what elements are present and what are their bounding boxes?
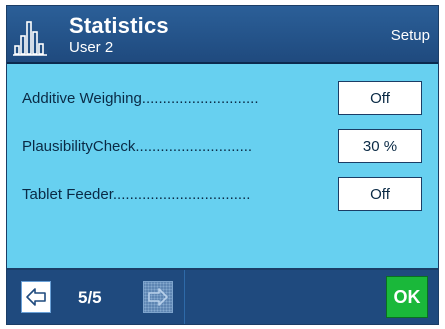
statistics-bars-icon [13, 21, 47, 56]
tablet-feeder-button[interactable]: Off [338, 177, 422, 211]
arrow-right-icon [148, 288, 168, 306]
previous-page-button[interactable] [21, 281, 51, 313]
setting-row-tablet-feeder: Tablet Feeder...........................… [22, 177, 422, 211]
header-divider [7, 62, 438, 64]
footer-bar: 5/5 OK [7, 270, 438, 324]
setting-row-plausibility-check: PlausibilityCheck.......................… [22, 129, 422, 163]
arrow-left-icon [26, 288, 46, 306]
plausibility-check-button[interactable]: 30 % [338, 129, 422, 163]
additive-weighing-button[interactable]: Off [338, 81, 422, 115]
footer-separator [184, 270, 185, 324]
statistics-screen: Statistics User 2 Setup Additive Weighin… [6, 5, 439, 325]
tablet-feeder-label: Tablet Feeder...........................… [22, 186, 251, 203]
next-page-button [143, 281, 173, 313]
page-title: Statistics [69, 13, 169, 38]
user-label: User 2 [69, 39, 114, 56]
page-indicator: 5/5 [78, 288, 102, 307]
additive-weighing-label: Additive Weighing.......................… [22, 90, 259, 107]
setting-row-additive-weighing: Additive Weighing.......................… [22, 81, 422, 115]
plausibility-check-label: PlausibilityCheck.......................… [22, 138, 253, 155]
header-bar: Statistics User 2 Setup [7, 6, 438, 62]
ok-button[interactable]: OK [386, 276, 428, 318]
setup-label: Setup [390, 27, 430, 44]
